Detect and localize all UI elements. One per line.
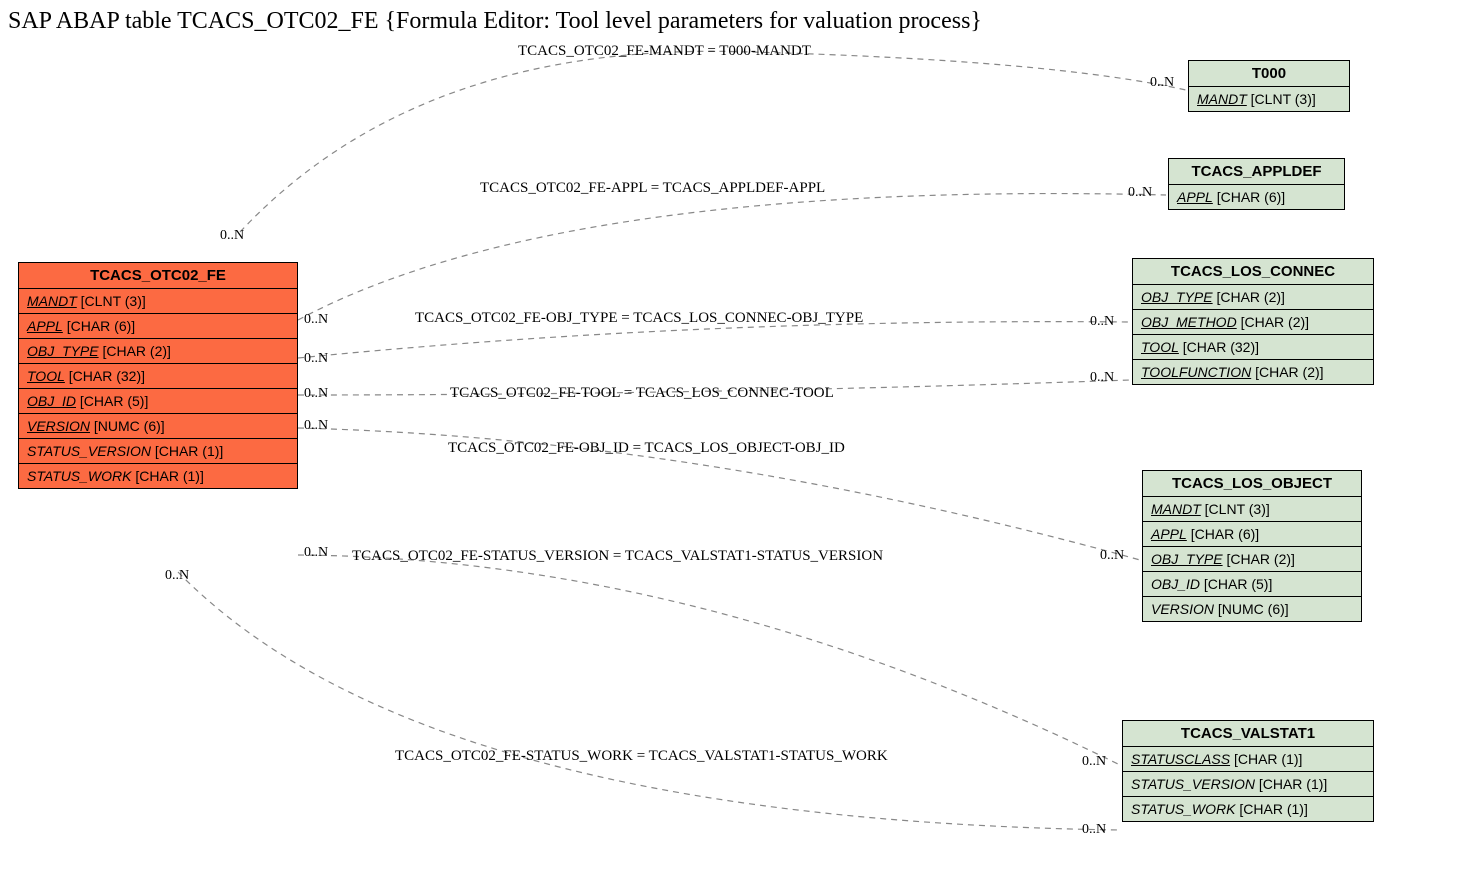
- entity-field: STATUS_WORK [CHAR (1)]: [1123, 797, 1373, 821]
- entity-field: APPL [CHAR (6)]: [1143, 522, 1361, 547]
- entity-field: OBJ_ID [CHAR (5)]: [19, 389, 297, 414]
- card-label: 0..N: [304, 418, 328, 434]
- entity-field: APPL [CHAR (6)]: [19, 314, 297, 339]
- card-label: 0..N: [1090, 314, 1114, 330]
- card-label: 0..N: [1128, 185, 1152, 201]
- rel-label-mandt: TCACS_OTC02_FE-MANDT = T000-MANDT: [518, 43, 811, 60]
- entity-field: STATUS_VERSION [CHAR (1)]: [19, 439, 297, 464]
- card-label: 0..N: [1090, 370, 1114, 386]
- entity-header: TCACS_VALSTAT1: [1123, 721, 1373, 747]
- entity-header: TCACS_LOS_CONNEC: [1133, 259, 1373, 285]
- entity-field: APPL [CHAR (6)]: [1169, 185, 1344, 209]
- entity-tcacs-los-connec: TCACS_LOS_CONNEC OBJ_TYPE [CHAR (2)] OBJ…: [1132, 258, 1374, 385]
- entity-t000: T000 MANDT [CLNT (3)]: [1188, 60, 1350, 112]
- entity-header: TCACS_LOS_OBJECT: [1143, 471, 1361, 497]
- rel-label-objtype: TCACS_OTC02_FE-OBJ_TYPE = TCACS_LOS_CONN…: [415, 310, 863, 327]
- entity-field: STATUSCLASS [CHAR (1)]: [1123, 747, 1373, 772]
- entity-field: VERSION [NUMC (6)]: [19, 414, 297, 439]
- entity-field: STATUS_WORK [CHAR (1)]: [19, 464, 297, 488]
- entity-tcacs-valstat1: TCACS_VALSTAT1 STATUSCLASS [CHAR (1)] ST…: [1122, 720, 1374, 822]
- card-label: 0..N: [304, 545, 328, 561]
- entity-field: TOOLFUNCTION [CHAR (2)]: [1133, 360, 1373, 384]
- entity-field: OBJ_TYPE [CHAR (2)]: [19, 339, 297, 364]
- rel-label-statusversion: TCACS_OTC02_FE-STATUS_VERSION = TCACS_VA…: [352, 548, 883, 565]
- entity-field: OBJ_TYPE [CHAR (2)]: [1133, 285, 1373, 310]
- entity-field: VERSION [NUMC (6)]: [1143, 597, 1361, 621]
- entity-field: TOOL [CHAR (32)]: [19, 364, 297, 389]
- card-label: 0..N: [304, 386, 328, 402]
- entity-tcacs-los-object: TCACS_LOS_OBJECT MANDT [CLNT (3)] APPL […: [1142, 470, 1362, 622]
- entity-field: MANDT [CLNT (3)]: [1143, 497, 1361, 522]
- entity-field: OBJ_TYPE [CHAR (2)]: [1143, 547, 1361, 572]
- entity-field: TOOL [CHAR (32)]: [1133, 335, 1373, 360]
- entity-header: TCACS_APPLDEF: [1169, 159, 1344, 185]
- entity-field: OBJ_METHOD [CHAR (2)]: [1133, 310, 1373, 335]
- card-label: 0..N: [1100, 548, 1124, 564]
- card-label: 0..N: [1082, 754, 1106, 770]
- card-label: 0..N: [220, 228, 244, 244]
- entity-field: MANDT [CLNT (3)]: [1189, 87, 1349, 111]
- rel-label-objid: TCACS_OTC02_FE-OBJ_ID = TCACS_LOS_OBJECT…: [448, 440, 845, 457]
- entity-field: MANDT [CLNT (3)]: [19, 289, 297, 314]
- entity-field: STATUS_VERSION [CHAR (1)]: [1123, 772, 1373, 797]
- entity-header: T000: [1189, 61, 1349, 87]
- card-label: 0..N: [304, 351, 328, 367]
- page-title: SAP ABAP table TCACS_OTC02_FE {Formula E…: [8, 8, 982, 35]
- entity-header: TCACS_OTC02_FE: [19, 263, 297, 289]
- entity-field: OBJ_ID [CHAR (5)]: [1143, 572, 1361, 597]
- card-label: 0..N: [165, 568, 189, 584]
- rel-label-tool: TCACS_OTC02_FE-TOOL = TCACS_LOS_CONNEC-T…: [450, 385, 834, 402]
- card-label: 0..N: [304, 312, 328, 328]
- rel-label-statuswork: TCACS_OTC02_FE-STATUS_WORK = TCACS_VALST…: [395, 748, 888, 765]
- entity-tcacs-otc02-fe: TCACS_OTC02_FE MANDT [CLNT (3)] APPL [CH…: [18, 262, 298, 489]
- card-label: 0..N: [1082, 822, 1106, 838]
- rel-label-appl: TCACS_OTC02_FE-APPL = TCACS_APPLDEF-APPL: [480, 180, 825, 197]
- card-label: 0..N: [1150, 75, 1174, 91]
- entity-tcacs-appldef: TCACS_APPLDEF APPL [CHAR (6)]: [1168, 158, 1345, 210]
